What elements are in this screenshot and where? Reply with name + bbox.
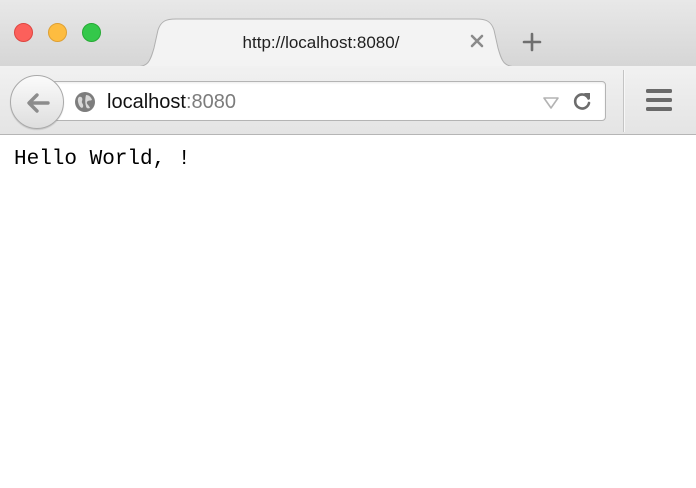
tab-active[interactable]: http://localhost:8080/ [134, 18, 518, 67]
window-minimize-button[interactable] [48, 23, 67, 42]
tab-strip: http://localhost:8080/ [0, 0, 696, 67]
nav-toolbar: localhost:8080 [0, 66, 696, 135]
globe-icon [74, 91, 96, 113]
window-close-button[interactable] [14, 23, 33, 42]
close-x-icon[interactable] [468, 32, 486, 50]
tab-title: http://localhost:8080/ [242, 33, 400, 52]
back-arrow-icon [27, 93, 50, 113]
url-port: :8080 [185, 91, 236, 113]
plus-icon[interactable] [521, 31, 543, 53]
hamburger-menu-icon[interactable] [645, 87, 673, 113]
url-host: localhost [107, 91, 186, 113]
page-content: Hello World, ! [0, 136, 696, 488]
reload-icon[interactable] [571, 90, 593, 112]
browser-window: http://localhost:8080/ localhost:8080 He… [0, 0, 696, 488]
dropdown-triangle-icon[interactable] [543, 96, 559, 109]
toolbar-separator [623, 70, 624, 132]
url-text: localhost:8080 [107, 91, 236, 114]
page-body-text: Hello World, ! [14, 148, 191, 171]
window-zoom-button[interactable] [82, 23, 101, 42]
back-button[interactable] [10, 75, 64, 129]
url-bar[interactable]: localhost:8080 [48, 81, 606, 121]
